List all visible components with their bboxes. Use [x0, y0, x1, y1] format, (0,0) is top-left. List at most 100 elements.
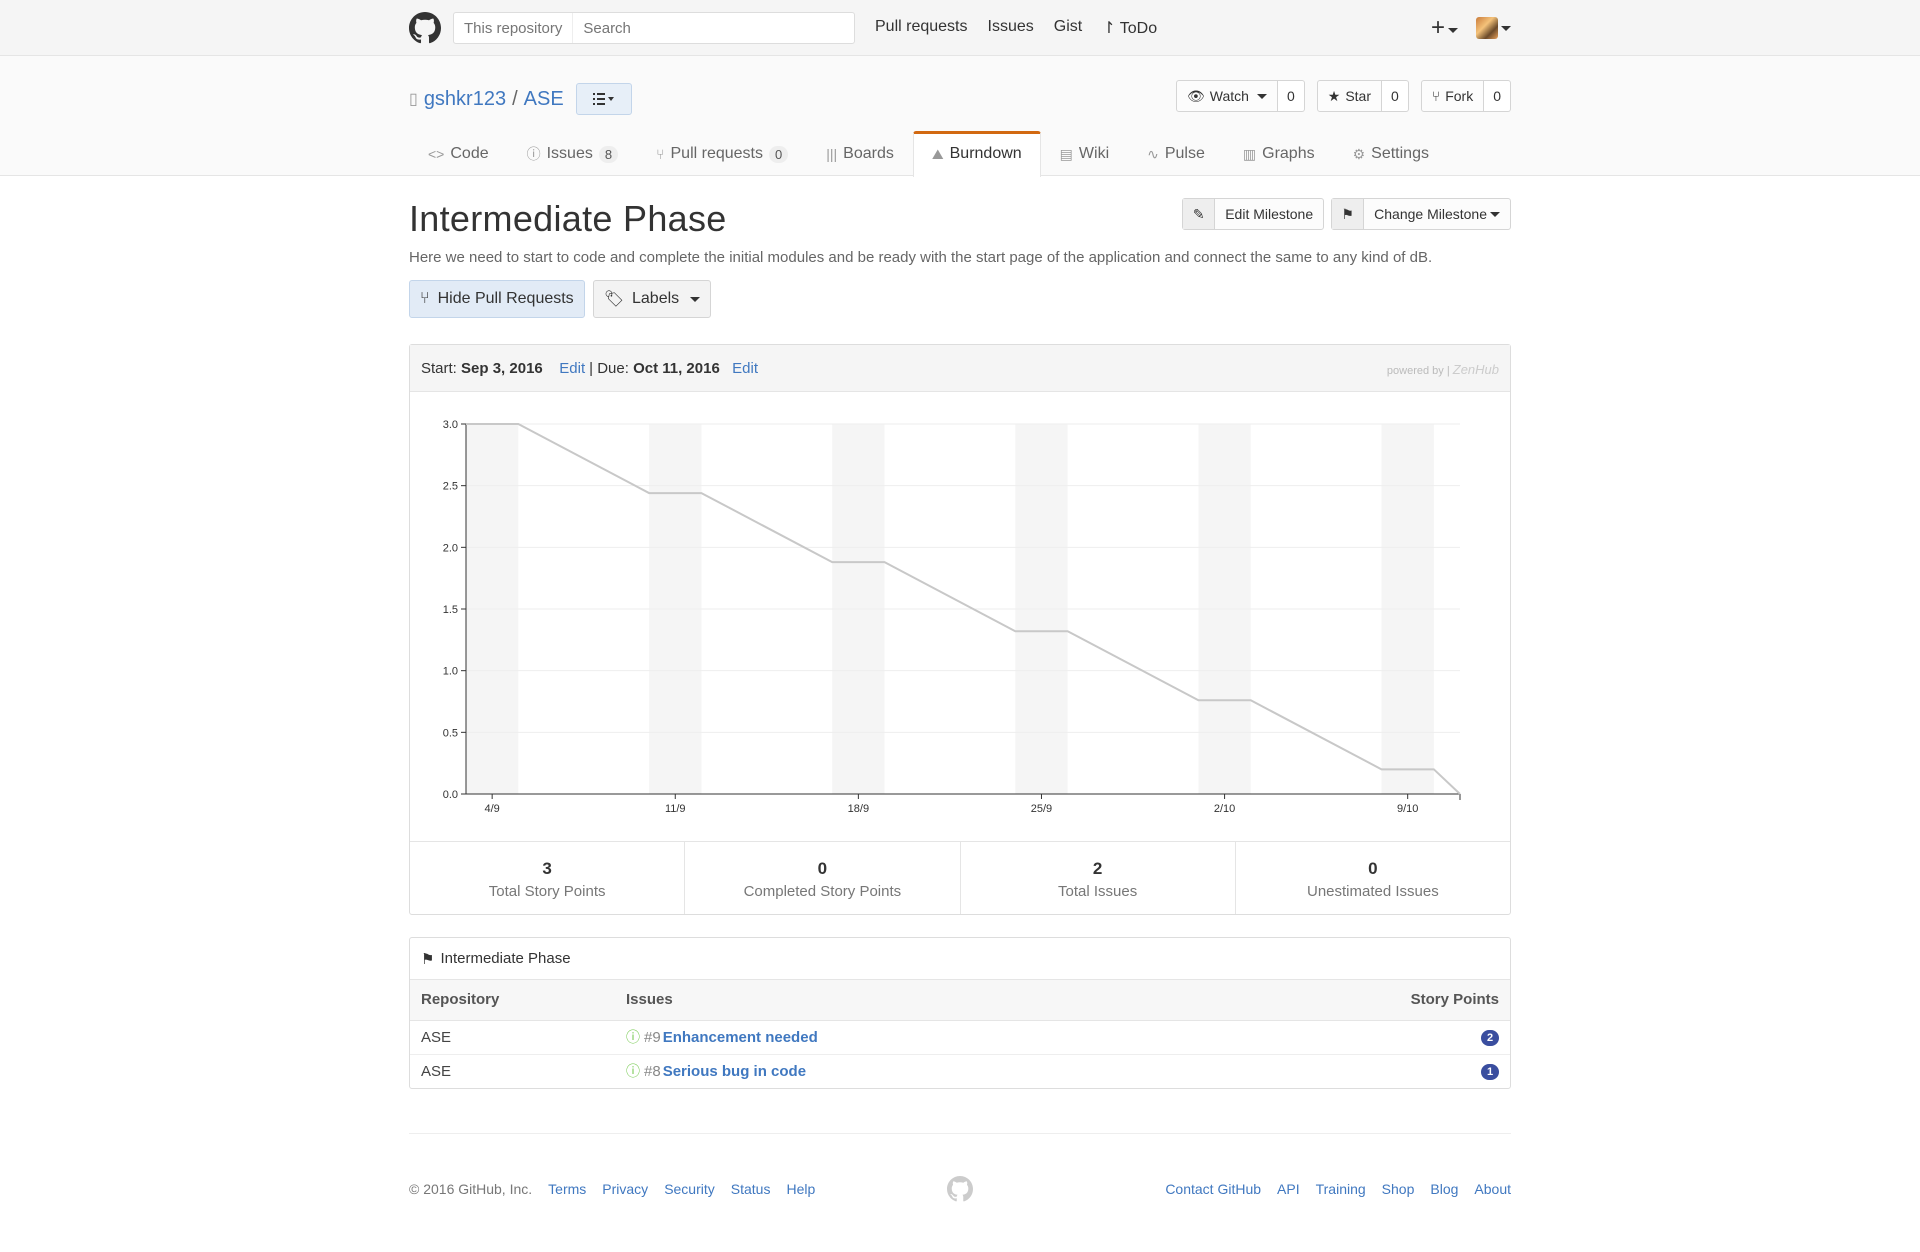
- star-button[interactable]: ★ Star: [1316, 80, 1382, 112]
- stat-unestimated-issues: 0 Unestimated Issues: [1236, 842, 1510, 914]
- edit-milestone-button[interactable]: ✎ Edit Milestone: [1182, 198, 1325, 230]
- burndown-chart-svg: 0.0 0.5 1.0 1.5 2.0 2.5 3.0 4/9 11/9 18/9 25/9 2/10…: [443, 419, 1461, 815]
- user-menu-button[interactable]: [1476, 17, 1511, 39]
- tab-pull-requests[interactable]: ⑂ Pull requests 0: [637, 131, 807, 177]
- powered-by[interactable]: powered by | ZenHub: [1387, 362, 1499, 377]
- nav-issues[interactable]: Issues: [988, 18, 1034, 38]
- stat-value: 0: [817, 859, 828, 878]
- repo-owner-link[interactable]: gshkr123: [424, 88, 506, 111]
- footer-link-about[interactable]: About: [1474, 1181, 1511, 1197]
- search-input[interactable]: [573, 19, 854, 37]
- pull-request-icon: ⑂: [656, 146, 665, 162]
- footer-link-blog[interactable]: Blog: [1430, 1181, 1458, 1197]
- boards-icon: |||: [826, 146, 838, 162]
- tab-label: Issues: [546, 145, 593, 162]
- header-right: +: [1431, 16, 1511, 40]
- nav-gist[interactable]: Gist: [1054, 18, 1082, 38]
- tab-label: Pull requests: [670, 145, 764, 162]
- burndown-header: Start: Sep 3, 2016 Edit | Due: Oct 11, 2…: [410, 345, 1510, 392]
- list-icon: [592, 93, 614, 105]
- chevron-down-icon: [1256, 93, 1267, 99]
- due-date: Oct 11, 2016: [633, 359, 720, 377]
- search-scope: This repository: [454, 13, 574, 43]
- star-count[interactable]: 0: [1382, 80, 1409, 112]
- tab-wiki[interactable]: ▤ Wiki: [1041, 131, 1128, 177]
- footer-link-training[interactable]: Training: [1316, 1181, 1366, 1197]
- change-milestone-button[interactable]: ⚑ Change Milestone: [1331, 198, 1511, 230]
- github-logo-icon[interactable]: [409, 12, 441, 44]
- eye-icon: 👁: [1187, 87, 1205, 104]
- repo-name-link[interactable]: ASE: [524, 88, 564, 111]
- stat-label: Completed Story Points: [743, 883, 902, 900]
- burndown-panel: Start: Sep 3, 2016 Edit | Due: Oct 11, 2…: [409, 344, 1511, 915]
- x-tick-label: 18/9: [848, 803, 869, 815]
- footer-link-api[interactable]: API: [1277, 1181, 1300, 1197]
- stat-total-story-points: 3 Total Story Points: [410, 842, 686, 914]
- star-group: ★ Star 0: [1316, 80, 1409, 112]
- tab-boards[interactable]: ||| Boards: [807, 131, 913, 177]
- footer-link-security[interactable]: Security: [664, 1181, 715, 1197]
- start-label: Start:: [421, 359, 457, 377]
- issue-opened-icon: ⓘ: [626, 1029, 640, 1045]
- issue-number: #8: [644, 1063, 661, 1081]
- row-issue: ⓘ #8 Serious bug in code: [615, 1054, 1205, 1088]
- due-label: | Due:: [589, 359, 629, 377]
- milestone-description: Here we need to start to code and comple…: [409, 249, 1433, 266]
- pencil-icon: ✎: [1183, 199, 1216, 229]
- watch-count[interactable]: 0: [1277, 80, 1305, 112]
- fork-group: ⑂ Fork 0: [1420, 80, 1511, 112]
- tab-pulse[interactable]: ∿ Pulse: [1128, 131, 1224, 177]
- chevron-down-icon: [1448, 28, 1458, 34]
- tab-label: Settings: [1371, 145, 1429, 162]
- copyright: © 2016 GitHub, Inc.: [409, 1181, 533, 1197]
- fork-button[interactable]: ⑂ Fork: [1420, 80, 1485, 112]
- tab-burndown[interactable]: ⛰ Burndown: [912, 131, 1041, 177]
- stat-label: Total Story Points: [488, 883, 606, 900]
- issue-link[interactable]: Serious bug in code: [663, 1063, 806, 1080]
- row-repo: ASE: [410, 1020, 615, 1055]
- footer-left: © 2016 GitHub, Inc. Terms Privacy Securi…: [409, 1181, 815, 1197]
- burndown-chart: 0.0 0.5 1.0 1.5 2.0 2.5 3.0 4/9 11/9 18/9 25/9 2/10…: [410, 392, 1510, 841]
- nav-todo[interactable]: ↾ ToDo: [1102, 18, 1157, 38]
- milestone-head: Intermediate Phase Here we need to start…: [409, 198, 1511, 298]
- tab-settings[interactable]: ⚙ Settings: [1334, 131, 1448, 177]
- watch-label: Watch: [1209, 88, 1249, 104]
- header-nav: Pull requests Issues Gist ↾ ToDo: [875, 18, 1157, 38]
- footer-link-contact[interactable]: Contact GitHub: [1165, 1181, 1261, 1197]
- y-tick-label: 1.5: [443, 604, 458, 616]
- create-new-button[interactable]: +: [1431, 16, 1458, 40]
- github-mark-icon[interactable]: [947, 1176, 973, 1202]
- milestone-icon: ⚑: [421, 950, 435, 968]
- change-milestone-label: Change Milestone: [1364, 199, 1510, 229]
- milestone-icon: ⚑: [1332, 199, 1365, 229]
- issue-link[interactable]: Enhancement needed: [663, 1029, 818, 1046]
- issues-table: Repository Issues Story Points ASE ⓘ #9 En…: [410, 980, 1510, 1088]
- repo-menu-button[interactable]: [575, 83, 632, 115]
- burndown-icon: ⛰: [931, 145, 944, 162]
- graph-icon: ▥: [1242, 145, 1257, 162]
- y-tick-label: 0.0: [443, 789, 458, 801]
- tab-code[interactable]: <> Code: [409, 131, 508, 177]
- tab-graphs[interactable]: ▥ Graphs: [1224, 131, 1334, 177]
- edit-start-link[interactable]: Edit: [559, 360, 585, 377]
- row-repo: ASE: [421, 1062, 452, 1080]
- footer-link-status[interactable]: Status: [731, 1181, 771, 1197]
- footer-link-help[interactable]: Help: [786, 1181, 815, 1197]
- issue-icon: ⓘ: [526, 146, 541, 162]
- stat-value: 2: [1092, 859, 1103, 878]
- site-footer: © 2016 GitHub, Inc. Terms Privacy Securi…: [409, 1133, 1511, 1223]
- edit-due-link[interactable]: Edit: [732, 360, 758, 377]
- table-row: ASE ⓘ #9 Enhancement needed 2: [410, 1020, 1510, 1055]
- chevron-down-icon: [1490, 211, 1500, 217]
- footer-link-privacy[interactable]: Privacy: [602, 1181, 648, 1197]
- footer-link-terms[interactable]: Terms: [548, 1181, 586, 1197]
- footer-link-shop[interactable]: Shop: [1382, 1181, 1415, 1197]
- watch-group: 👁 Watch 0: [1176, 80, 1305, 112]
- column-story-points: Story Points: [1205, 980, 1510, 1021]
- fork-count[interactable]: 0: [1484, 80, 1511, 112]
- search-box[interactable]: This repository: [453, 12, 855, 44]
- nav-pull-requests[interactable]: Pull requests: [875, 18, 968, 38]
- watch-button[interactable]: 👁 Watch: [1176, 80, 1278, 112]
- tab-issues[interactable]: ⓘ Issues 8: [508, 131, 637, 177]
- plus-icon: +: [1430, 14, 1445, 41]
